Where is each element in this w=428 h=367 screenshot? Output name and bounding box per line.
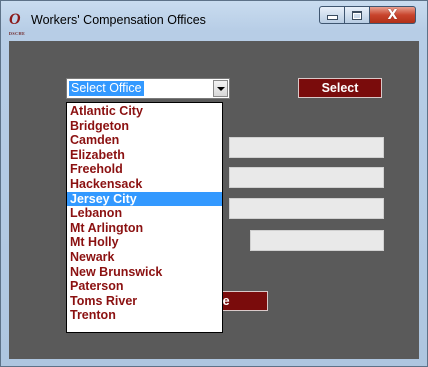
dropdown-item-atlantic-city[interactable]: Atlantic City [67,104,222,119]
office-field-2[interactable] [229,167,384,188]
chevron-down-icon [216,86,225,91]
dropdown-item-mt-holly[interactable]: Mt Holly [67,235,222,250]
maximize-icon [352,10,362,20]
office-select[interactable]: Select Office [66,78,230,99]
minimize-button[interactable] [319,6,345,24]
dropdown-item-hackensack[interactable]: Hackensack [67,177,222,192]
dropdown-item-mt-arlington[interactable]: Mt Arlington [67,221,222,236]
office-select-value: Select Office [69,81,144,96]
minimize-icon [326,15,338,20]
dropdown-item-freehold[interactable]: Freehold [67,162,222,177]
dropdown-item-trenton[interactable]: Trenton [67,308,222,323]
window-title: Workers' Compensation Offices [31,13,206,27]
dropdown-item-bridgeton[interactable]: Bridgeton [67,119,222,134]
dropdown-arrow-button[interactable] [213,80,228,97]
office-field-3[interactable] [229,198,384,219]
dropdown-item-lebanon[interactable]: Lebanon [67,206,222,221]
maximize-button[interactable] [345,6,370,24]
app-logo-subtext: DSCHE [9,31,26,36]
app-window: O DSCHE Workers' Compensation Offices X … [0,0,428,367]
close-window-button[interactable]: X [370,6,416,24]
close-icon: X [387,7,398,23]
app-logo-glyph: O [9,11,21,28]
office-dropdown-list[interactable]: Atlantic City Bridgeton Camden Elizabeth Fre… [66,102,223,333]
dropdown-item-paterson[interactable]: Paterson [67,279,222,294]
app-logo-icon: O DSCHE [9,11,25,37]
dropdown-item-new-brunswick[interactable]: New Brunswick [67,265,222,280]
dropdown-item-jersey-city[interactable]: Jersey City [67,191,222,207]
select-button[interactable]: Select [298,78,382,98]
office-field-4[interactable] [250,230,384,251]
dropdown-item-elizabeth[interactable]: Elizabeth [67,148,222,163]
dropdown-item-camden[interactable]: Camden [67,133,222,148]
title-bar[interactable]: O DSCHE Workers' Compensation Offices X [1,1,427,39]
dropdown-item-newark[interactable]: Newark [67,250,222,265]
office-field-1[interactable] [229,137,384,158]
dropdown-item-toms-river[interactable]: Toms River [67,294,222,309]
